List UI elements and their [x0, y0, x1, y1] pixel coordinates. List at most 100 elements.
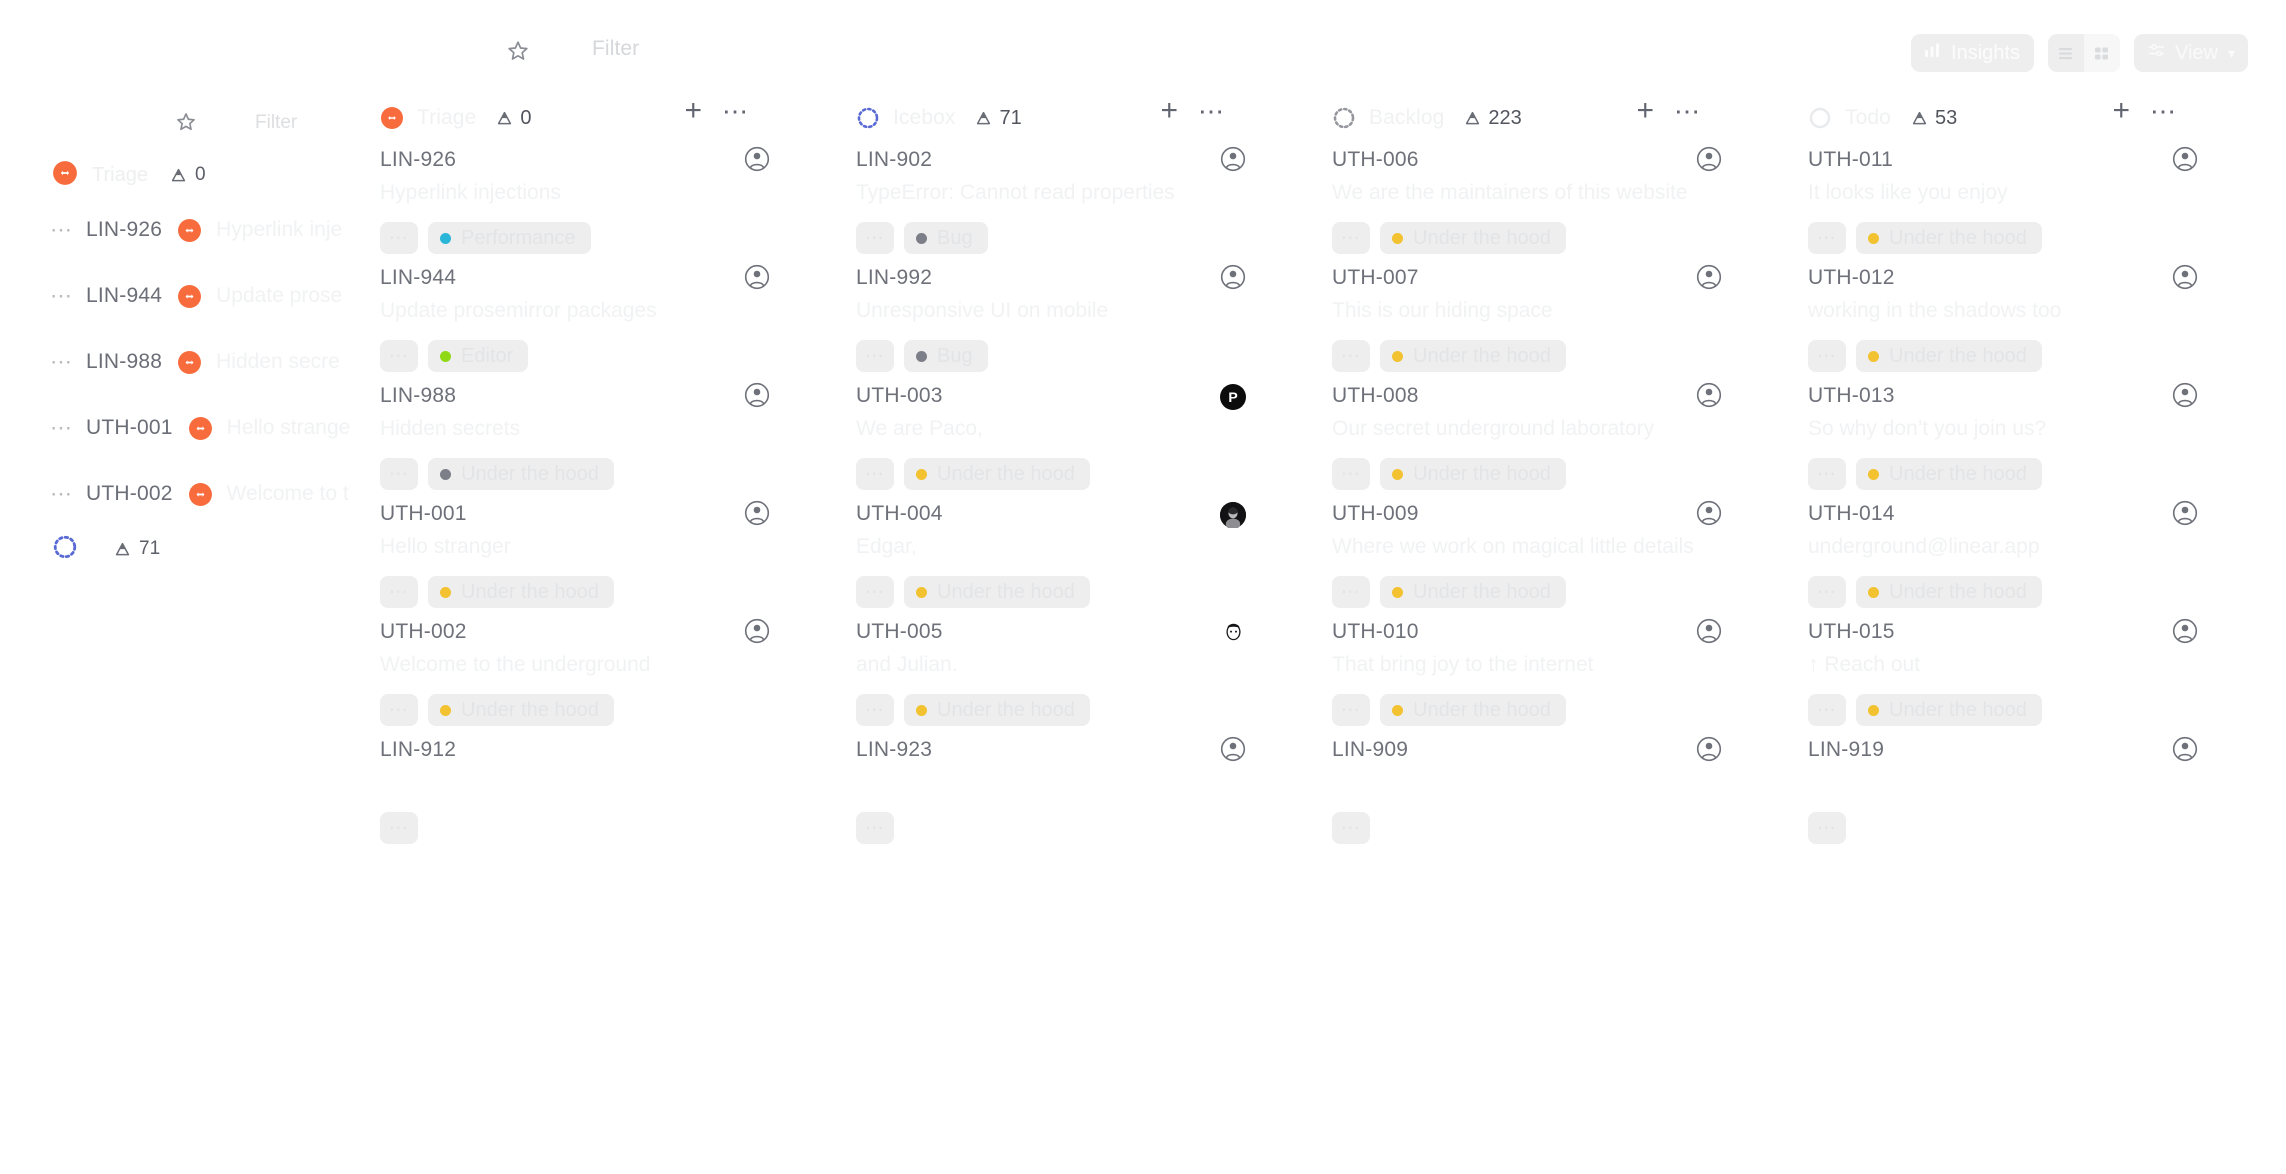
card-assignee[interactable] — [1220, 264, 1246, 292]
board-card[interactable]: UTH-003 P We are Paco, ⋯ Under the hood — [856, 384, 1332, 502]
plus-icon[interactable]: + — [2112, 96, 2130, 126]
board-card[interactable]: UTH-007 This is our hiding space ⋯ Under… — [1332, 264, 1808, 384]
board-card[interactable]: UTH-002 Welcome to the underground ⋯ Und… — [380, 618, 856, 738]
card-more-icon[interactable]: ⋯ — [380, 812, 418, 844]
board-card[interactable]: UTH-006 We are the maintainers of this w… — [1332, 146, 1808, 266]
card-assignee[interactable] — [744, 618, 770, 646]
card-assignee[interactable] — [1696, 618, 1722, 646]
star-icon[interactable] — [503, 36, 533, 66]
card-assignee[interactable] — [2172, 146, 2198, 174]
board-card[interactable]: LIN-923 ⋯ — [856, 736, 1332, 856]
issue-label[interactable]: Under the hood — [904, 576, 1090, 608]
board-card[interactable]: UTH-014 underground@linear.app ⋯ Under t… — [1808, 500, 2284, 620]
card-assignee[interactable] — [744, 738, 770, 764]
star-icon[interactable] — [173, 109, 199, 135]
issue-label[interactable]: Performance — [428, 222, 591, 254]
board-card[interactable]: UTH-011 It looks like you enjoy ⋯ Under … — [1808, 146, 2284, 266]
issue-label[interactable]: Bug — [904, 222, 988, 254]
list-item[interactable]: ⋯ LIN-944 Update prose — [0, 263, 400, 329]
board-card[interactable]: UTH-010 That bring joy to the internet ⋯… — [1332, 618, 1808, 738]
issue-label[interactable]: Under the hood — [1856, 694, 2042, 726]
card-more-icon[interactable]: ⋯ — [1332, 694, 1370, 726]
card-more-icon[interactable]: ⋯ — [1332, 458, 1370, 490]
board-card[interactable]: LIN-902 TypeError: Cannot read propertie… — [856, 146, 1332, 266]
card-more-icon[interactable]: ⋯ — [380, 340, 418, 372]
board-card[interactable]: UTH-008 Our secret underground laborator… — [1332, 382, 1808, 502]
status-icon[interactable] — [188, 416, 213, 441]
card-more-icon[interactable]: ⋯ — [1808, 576, 1846, 608]
card-assignee[interactable] — [1696, 500, 1722, 528]
card-assignee[interactable] — [1220, 620, 1246, 646]
list-view-icon[interactable] — [2048, 34, 2084, 72]
status-icon[interactable] — [188, 482, 213, 507]
card-more-icon[interactable]: ⋯ — [856, 458, 894, 490]
more-horizontal-icon[interactable]: ⋯ — [1198, 98, 1226, 124]
issue-label[interactable]: Under the hood — [1380, 694, 1566, 726]
more-horizontal-icon[interactable]: ⋯ — [722, 98, 750, 124]
insights-button[interactable]: Insights — [1911, 34, 2034, 72]
card-assignee[interactable] — [1220, 502, 1246, 528]
row-more-icon[interactable]: ⋯ — [50, 351, 74, 373]
list-group-header[interactable]: 71 — [0, 527, 400, 571]
card-more-icon[interactable]: ⋯ — [1808, 694, 1846, 726]
card-more-icon[interactable]: ⋯ — [380, 222, 418, 254]
card-more-icon[interactable]: ⋯ — [856, 694, 894, 726]
card-more-icon[interactable]: ⋯ — [380, 458, 418, 490]
issue-label[interactable]: Editor — [428, 340, 529, 372]
board-card[interactable]: UTH-001 Hello stranger ⋯ Under the hood — [380, 500, 856, 620]
status-icon[interactable] — [380, 106, 404, 130]
status-icon[interactable] — [856, 106, 880, 130]
card-assignee[interactable] — [1696, 264, 1722, 292]
board-card[interactable]: LIN-909 ⋯ — [1332, 736, 1808, 856]
card-assignee[interactable] — [2172, 618, 2198, 646]
list-group-header[interactable]: Triage 0 — [0, 153, 400, 197]
card-more-icon[interactable]: ⋯ — [856, 222, 894, 254]
card-more-icon[interactable]: ⋯ — [380, 576, 418, 608]
card-more-icon[interactable]: ⋯ — [1332, 340, 1370, 372]
plus-icon[interactable]: + — [684, 96, 702, 126]
row-more-icon[interactable]: ⋯ — [50, 285, 74, 307]
issue-label[interactable]: Under the hood — [1380, 576, 1566, 608]
card-assignee[interactable] — [2172, 382, 2198, 410]
card-assignee[interactable] — [2172, 736, 2198, 764]
board-card[interactable]: LIN-944 Update prosemirror packages ⋯ Ed… — [380, 264, 856, 384]
board-card[interactable]: UTH-009 Where we work on magical little … — [1332, 500, 1808, 620]
issue-label[interactable]: Under the hood — [428, 576, 614, 608]
card-assignee[interactable]: P — [1220, 384, 1246, 410]
card-more-icon[interactable]: ⋯ — [1332, 576, 1370, 608]
card-more-icon[interactable]: ⋯ — [1808, 340, 1846, 372]
board-card[interactable]: UTH-015 ↑ Reach out ⋯ Under the hood — [1808, 618, 2284, 738]
card-assignee[interactable] — [1696, 382, 1722, 410]
more-horizontal-icon[interactable]: ⋯ — [1674, 98, 1702, 124]
plus-icon[interactable]: + — [1160, 96, 1178, 126]
board-card[interactable]: UTH-013 So why don’t you join us? ⋯ Unde… — [1808, 382, 2284, 502]
board-card[interactable]: LIN-912 ⋯ — [380, 738, 856, 856]
list-item[interactable]: ⋯ UTH-001 Hello strange — [0, 395, 400, 461]
card-more-icon[interactable]: ⋯ — [1808, 458, 1846, 490]
card-assignee[interactable] — [1220, 736, 1246, 764]
board-card[interactable]: UTH-012 working in the shadows too ⋯ Und… — [1808, 264, 2284, 384]
list-item[interactable]: ⋯ UTH-002 Welcome to t — [0, 461, 400, 527]
status-icon[interactable] — [177, 350, 202, 375]
more-horizontal-icon[interactable]: ⋯ — [2150, 98, 2178, 124]
card-assignee[interactable] — [2172, 264, 2198, 292]
filter-label[interactable]: Filter — [592, 37, 639, 61]
issue-label[interactable]: Under the hood — [428, 458, 614, 490]
issue-label[interactable]: Bug — [904, 340, 988, 372]
card-more-icon[interactable]: ⋯ — [1332, 812, 1370, 844]
status-icon[interactable] — [177, 284, 202, 309]
card-assignee[interactable] — [744, 264, 770, 292]
card-more-icon[interactable]: ⋯ — [380, 694, 418, 726]
status-icon[interactable] — [177, 218, 202, 243]
card-more-icon[interactable]: ⋯ — [1808, 222, 1846, 254]
filter-label[interactable]: Filter — [255, 112, 297, 134]
status-icon[interactable] — [1332, 106, 1356, 130]
card-assignee[interactable] — [1696, 736, 1722, 764]
view-button[interactable]: View ▾ — [2133, 34, 2248, 72]
card-more-icon[interactable]: ⋯ — [856, 340, 894, 372]
card-assignee[interactable] — [1220, 146, 1246, 174]
row-more-icon[interactable]: ⋯ — [50, 417, 74, 439]
board-card[interactable]: UTH-004 Edgar, ⋯ Under the hood — [856, 502, 1332, 620]
status-icon[interactable] — [1808, 106, 1832, 130]
issue-label[interactable]: Under the hood — [904, 458, 1090, 490]
